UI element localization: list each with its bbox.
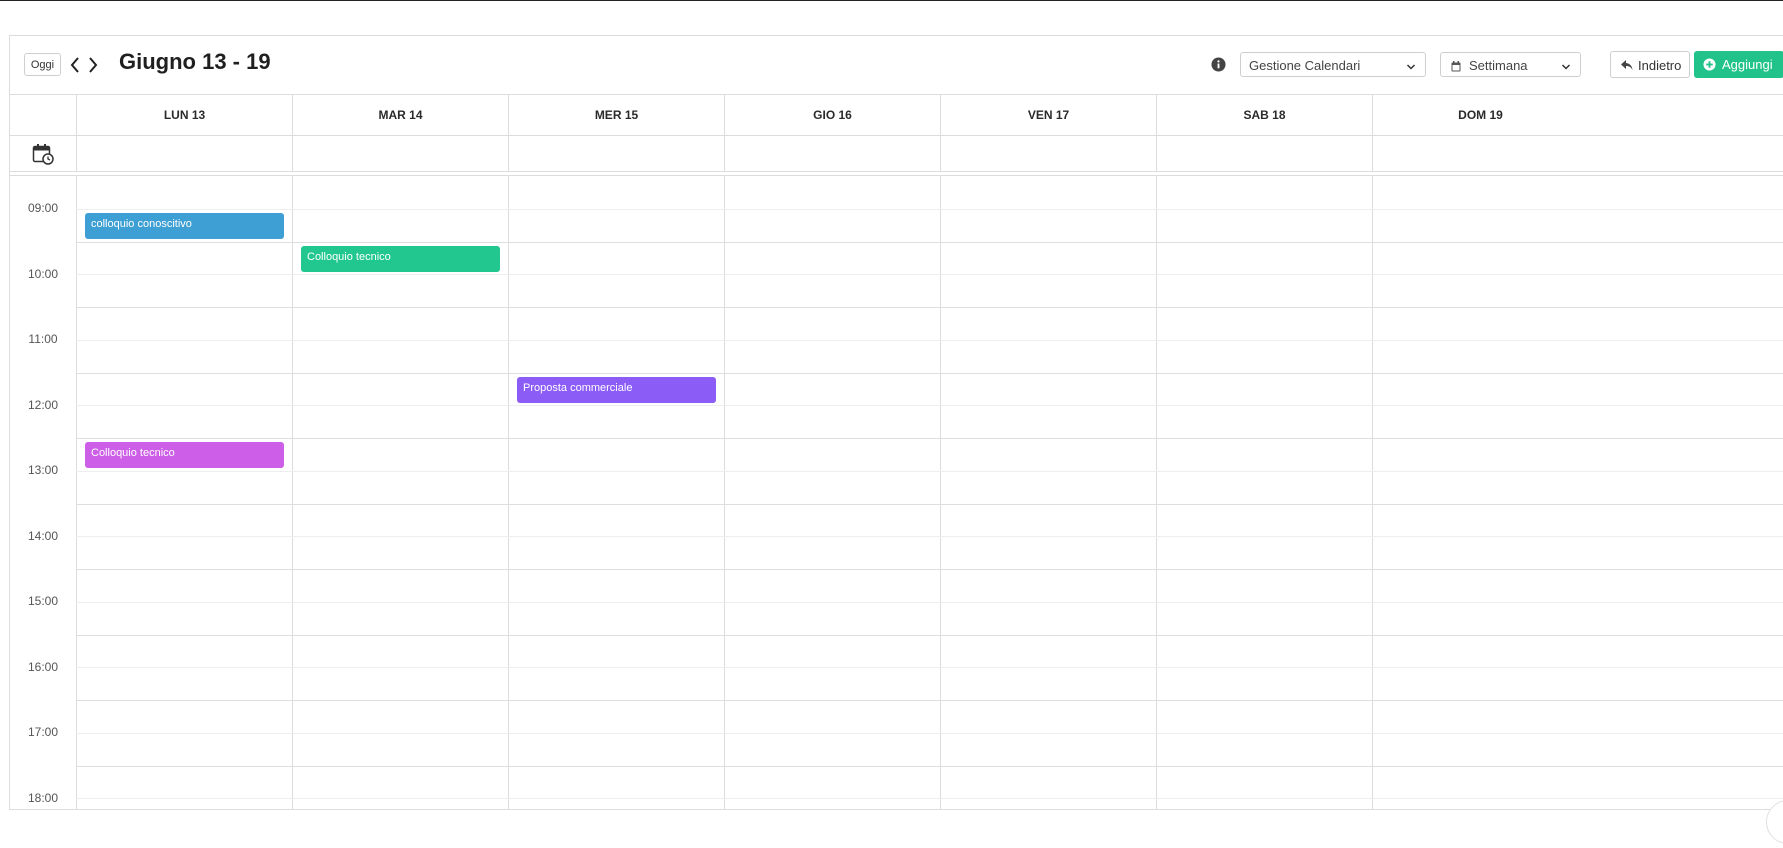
half-hour-line	[76, 798, 1783, 800]
day-column-divider	[292, 176, 293, 809]
time-label: 15:00	[27, 594, 59, 608]
day-column-divider	[76, 176, 77, 809]
half-hour-line	[76, 732, 1783, 734]
time-label: 16:00	[27, 659, 59, 674]
today-button[interactable]: Oggi	[24, 53, 61, 76]
time-label: 11:00	[28, 332, 58, 346]
day-header: MAR 14	[292, 95, 508, 135]
all-day-cell[interactable]	[724, 136, 940, 172]
time-grid[interactable]: 09:00 10:00 11:00 12:00 13:00 14:00 15:00 16:00…	[10, 176, 1783, 809]
all-day-cell[interactable]	[940, 136, 1156, 172]
day-header: LUN 13	[76, 95, 292, 135]
back-button-label: Indietro	[1638, 58, 1682, 73]
all-day-row	[10, 136, 1783, 172]
hour-line	[76, 569, 1783, 570]
hour-line	[76, 307, 1783, 308]
chevron-left-icon[interactable]	[68, 55, 82, 75]
all-day-cell[interactable]	[1156, 136, 1372, 172]
hour-line	[76, 503, 1783, 505]
time-label: 13:00	[27, 463, 59, 477]
day-headers: LUN 13 MAR 14 MER 15 GIO 16 VEN 17 SAB 1…	[10, 95, 1783, 136]
time-label: 09:00	[27, 201, 59, 215]
calendar-event[interactable]: Colloquio tecnico	[301, 245, 500, 272]
day-column-divider	[1372, 176, 1373, 809]
day-header: DOM 19	[1372, 95, 1588, 135]
hour-line	[76, 372, 1783, 374]
window-top-border	[0, 0, 1783, 1]
reply-arrow-icon	[1621, 59, 1633, 70]
calendar-clock-icon	[32, 143, 54, 165]
time-label: 18:00	[27, 790, 59, 805]
day-column-divider	[508, 176, 509, 809]
calendar-event[interactable]: Proposta commerciale	[517, 376, 716, 403]
day-header: MER 15	[508, 95, 724, 135]
calendar-management-select-value: Gestione Calendari	[1249, 58, 1361, 73]
view-select-value: Settimana	[1469, 58, 1528, 73]
calendar-icon	[1451, 60, 1461, 72]
half-hour-line	[76, 405, 1783, 407]
calendar-event[interactable]: colloquio conoscitivo	[85, 212, 284, 239]
hour-line	[76, 700, 1783, 701]
half-hour-line	[76, 667, 1783, 669]
time-label: 12:00	[27, 397, 59, 412]
day-column-divider	[940, 176, 941, 809]
period-title: Giugno 13 - 19	[119, 49, 271, 74]
all-day-cell[interactable]	[292, 136, 508, 172]
half-hour-line	[76, 470, 1783, 472]
hour-line	[76, 241, 1783, 243]
all-day-cell[interactable]	[1372, 136, 1588, 172]
half-hour-line	[76, 339, 1783, 341]
half-hour-line	[76, 208, 1783, 210]
half-hour-line	[76, 274, 1783, 276]
hour-line	[76, 634, 1783, 636]
add-button-label: Aggiungi	[1722, 57, 1773, 72]
half-hour-line	[76, 536, 1783, 538]
day-header: VEN 17	[940, 95, 1156, 135]
time-label: 10:00	[27, 266, 59, 281]
chevron-down-icon	[1561, 60, 1571, 70]
all-day-cell[interactable]	[76, 136, 292, 172]
back-button[interactable]: Indietro	[1610, 51, 1690, 78]
day-column-divider	[1156, 176, 1157, 809]
add-button[interactable]: Aggiungi	[1694, 51, 1783, 78]
time-label: 17:00	[27, 725, 59, 739]
half-hour-line	[76, 601, 1783, 603]
chevron-right-icon[interactable]	[86, 55, 100, 75]
chevron-down-icon	[1406, 60, 1416, 70]
day-column-divider	[724, 176, 725, 809]
day-header: SAB 18	[1156, 95, 1372, 135]
calendar-management-select[interactable]: Gestione Calendari	[1240, 52, 1426, 77]
plus-circle-icon	[1703, 58, 1716, 71]
calendar-toolbar: Oggi Giugno 13 - 19 Gestione Calendari S…	[10, 36, 1783, 95]
calendar-event[interactable]: Colloquio tecnico	[85, 442, 284, 468]
all-day-cell[interactable]	[508, 136, 724, 172]
time-label: 14:00	[27, 528, 59, 543]
day-header: GIO 16	[724, 95, 940, 135]
info-icon[interactable]	[1211, 57, 1226, 72]
hour-line	[76, 765, 1783, 767]
calendar: Oggi Giugno 13 - 19 Gestione Calendari S…	[9, 35, 1783, 810]
view-select[interactable]: Settimana	[1440, 52, 1581, 77]
hour-line	[76, 438, 1783, 439]
